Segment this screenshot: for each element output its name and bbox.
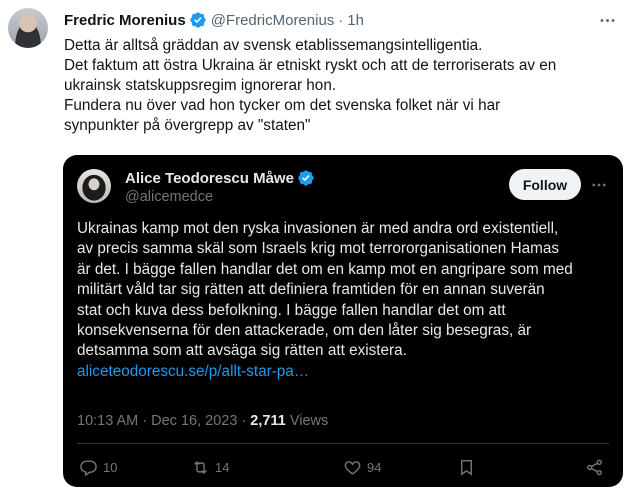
quoted-text-line: Ukrainas kamp mot den ryska invasionen ä… (77, 220, 559, 237)
verified-badge-icon (190, 12, 206, 28)
tweet-text-line: Detta är alltså gräddan av svensk etabli… (64, 37, 483, 54)
separator: · (338, 11, 344, 29)
quoted-text-line: detsamma som att avsäga sig rätten att e… (77, 342, 407, 360)
tweet: Fredric Morenius @FredricMorenius · 1h D… (0, 0, 631, 492)
share-icon (587, 459, 602, 475)
reply-count: 10 (103, 459, 118, 475)
quoted-author-avatar[interactable] (77, 169, 111, 203)
quoted-author-name[interactable]: Alice Teodorescu Måwe (125, 170, 294, 187)
follow-button[interactable]: Follow (509, 169, 581, 200)
quoted-tweet-meta: 10:13 AM · Dec 16, 2023 · 2,711 Views (77, 413, 328, 429)
more-options-icon[interactable] (589, 175, 609, 195)
author-handle[interactable]: @FredricMorenius (211, 12, 335, 29)
quoted-timestamp[interactable]: 10:13 AM · Dec 16, 2023 · (77, 413, 250, 429)
bookmark-button[interactable] (457, 455, 476, 479)
tweet-header: Fredric Morenius @FredricMorenius · 1h (64, 10, 364, 30)
divider (77, 443, 609, 444)
quoted-text-line: konsekvenserna för den attackerade, om d… (77, 322, 532, 340)
reply-button[interactable]: 10 (79, 455, 117, 479)
tweet-text-line: Det faktum att östra Ukraina är etniskt … (64, 57, 557, 74)
tweet-text: Detta är alltså gräddan av svensk etabli… (64, 36, 624, 136)
quoted-author-handle[interactable]: @alicemedce (125, 189, 213, 205)
repost-count: 14 (215, 459, 230, 475)
like-button[interactable]: 94 (343, 455, 381, 479)
quoted-text-line: militärt våld tar sig rätten att definie… (77, 281, 545, 299)
quoted-author-name-row[interactable]: Alice Teodorescu Måwe (125, 169, 319, 187)
repost-icon (194, 460, 207, 474)
like-count: 94 (367, 459, 382, 475)
reply-icon (80, 459, 97, 476)
quoted-tweet[interactable]: Alice Teodorescu Måwe @alicemedce Follow… (63, 155, 623, 487)
verified-badge-icon (298, 170, 314, 186)
author-name[interactable]: Fredric Morenius (64, 12, 186, 29)
timestamp[interactable]: 1h (347, 12, 364, 29)
tweet-text-line: Fundera nu över vad hon tycker om det sv… (64, 97, 501, 114)
views-label: Views (285, 413, 329, 429)
quoted-text-line: stat och kuva dess befolkning. I bägge f… (77, 301, 506, 319)
bookmark-icon (461, 459, 472, 476)
quoted-text-line: är det. I bägge fallen handlar det om en… (77, 260, 573, 278)
like-icon (344, 460, 361, 475)
quoted-text-line: av precis samma skäl som Israels krig mo… (77, 240, 560, 258)
tweet-text-line: ukrainsk statskuppsregim ignorerar hon. (64, 77, 337, 94)
quoted-tweet-text: Ukrainas kamp mot den ryska invasionen ä… (77, 219, 611, 382)
views-count: 2,711 (250, 413, 286, 429)
share-button[interactable] (585, 455, 604, 479)
action-bar: 10 14 94 (77, 455, 607, 479)
repost-button[interactable]: 14 (191, 455, 229, 479)
quoted-tweet-link[interactable]: aliceteodorescu.se/p/allt-star-pa… (77, 362, 611, 382)
more-options-icon[interactable] (597, 10, 617, 30)
author-avatar[interactable] (8, 8, 48, 48)
tweet-text-line: synpunkter på övergrepp av "staten" (64, 117, 311, 134)
